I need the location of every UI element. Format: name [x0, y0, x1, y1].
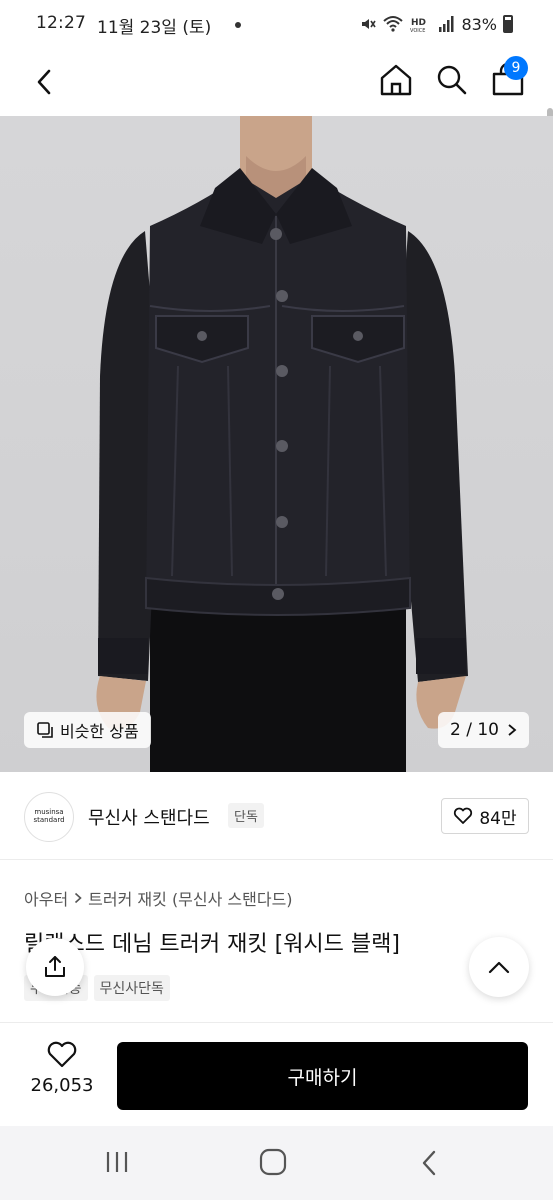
battery-percent: 83% — [461, 14, 497, 34]
brand-logo-line2: standard — [33, 816, 65, 824]
svg-text:VOICE: VOICE — [410, 28, 425, 33]
recent-apps-button[interactable] — [100, 1148, 136, 1178]
search-icon — [437, 65, 467, 95]
home-icon — [380, 64, 412, 96]
system-back-button[interactable] — [412, 1146, 448, 1182]
chevron-right-icon — [508, 724, 517, 736]
brand-exclusive-badge: 단독 — [228, 803, 264, 828]
product-like-button[interactable]: 26,053 — [20, 1041, 104, 1113]
tag-exclusive: 무신사단독 — [93, 975, 170, 1001]
share-button[interactable] — [26, 938, 84, 996]
breadcrumb: 아우터 트러커 재킷 (무신사 스탠다드) — [24, 886, 293, 910]
svg-text:HD: HD — [411, 18, 426, 28]
heart-icon — [454, 807, 473, 824]
battery-icon — [503, 15, 513, 33]
mute-icon — [362, 19, 377, 29]
bottom-action-bar: 26,053 구매하기 — [0, 1022, 553, 1126]
home-circle-icon — [259, 1148, 287, 1176]
buy-button[interactable]: 구매하기 — [117, 1042, 528, 1110]
brand-row: musinsa standard 무신사 스탠다드 단독 84만 — [0, 772, 553, 860]
similar-icon — [37, 722, 53, 738]
scroll-top-button[interactable] — [469, 937, 529, 997]
breadcrumb-subcategory[interactable]: 트러커 재킷 (무신사 스탠다드) — [88, 886, 292, 910]
breadcrumb-category[interactable]: 아우터 — [24, 886, 68, 910]
brand-like-button[interactable]: 84만 — [441, 798, 529, 834]
chevron-up-icon — [488, 961, 510, 974]
hd-voice-icon: HD VOICE — [410, 18, 426, 33]
home-button[interactable] — [376, 60, 416, 100]
recent-apps-icon — [106, 1152, 128, 1172]
brand-logo[interactable]: musinsa standard — [24, 792, 74, 842]
product-photo — [96, 116, 468, 772]
cart-count-badge: 9 — [504, 56, 528, 80]
image-page-indicator[interactable]: 2 / 10 — [438, 712, 529, 748]
search-button[interactable] — [432, 60, 472, 100]
back-arrow-icon — [422, 1150, 436, 1176]
status-bar: 12:27 11월 23일 (토) HD VOICE 83% — [0, 0, 553, 48]
page-indicator-text: 2 / 10 — [450, 720, 499, 740]
share-icon — [45, 956, 65, 977]
status-icons: HD VOICE 83% — [359, 12, 513, 36]
brand-name[interactable]: 무신사 스탠다드 — [88, 804, 210, 830]
similar-products-label: 비슷한 상품 — [60, 722, 139, 741]
similar-products-button[interactable]: 비슷한 상품 — [24, 712, 151, 748]
status-time: 12:27 — [36, 13, 86, 33]
system-home-button[interactable] — [255, 1144, 291, 1180]
brand-like-count: 84만 — [479, 808, 517, 829]
product-like-count: 26,053 — [30, 1075, 94, 1096]
system-nav-bar — [0, 1126, 553, 1200]
notification-dot-icon — [235, 22, 241, 28]
status-date: 11월 23일 (토) — [97, 18, 212, 38]
app-header: 9 — [0, 48, 553, 148]
product-image[interactable]: 비슷한 상품 2 / 10 — [0, 116, 553, 772]
heart-icon — [47, 1041, 77, 1068]
chevron-right-icon — [75, 892, 82, 904]
back-button[interactable] — [26, 62, 66, 102]
wifi-icon — [383, 16, 404, 32]
back-icon — [37, 69, 51, 95]
signal-icon — [439, 16, 454, 32]
